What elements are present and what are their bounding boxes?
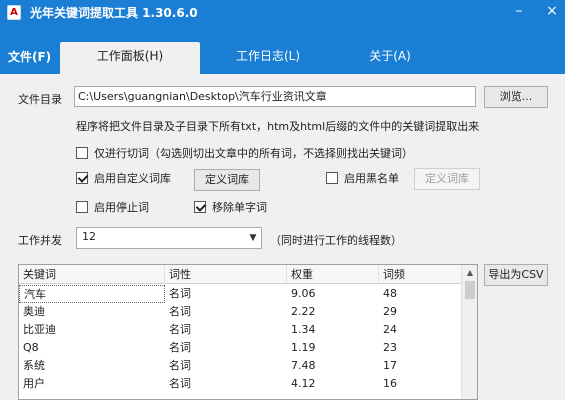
cell-frequency: 48 xyxy=(383,287,397,300)
cell-weight: 1.34 xyxy=(291,323,316,336)
cell-keyword: 汽车 xyxy=(19,285,165,303)
cell-weight: 2.22 xyxy=(291,305,316,318)
custom-dict-checkbox[interactable]: 启用自定义词库 xyxy=(76,170,171,186)
table-scrollbar[interactable]: ▲ xyxy=(461,265,477,399)
cell-pos: 名词 xyxy=(169,377,191,390)
tab-work-panel[interactable]: 工作面板(H) xyxy=(60,42,200,74)
minimize-button[interactable]: – xyxy=(510,2,528,20)
table-row[interactable]: Q8 名词 1.19 23 xyxy=(19,339,462,357)
remove-single-label: 移除单字词 xyxy=(212,201,267,214)
table-row[interactable]: 系统 名词 7.48 17 xyxy=(19,357,462,375)
column-header[interactable]: 词性 xyxy=(165,265,287,284)
cell-frequency: 17 xyxy=(383,359,397,372)
cell-frequency: 23 xyxy=(383,341,397,354)
define-blacklist-button[interactable]: 定义词库 xyxy=(414,168,480,190)
threads-value: 12 xyxy=(82,230,96,243)
tab-bar: 文件(F) 工作面板(H) 工作日志(L) 关于(A) xyxy=(0,34,565,74)
scroll-up-icon[interactable]: ▲ xyxy=(462,265,477,281)
cell-frequency: 29 xyxy=(383,305,397,318)
threads-select[interactable]: 12 ▼ xyxy=(76,227,262,249)
dir-label: 文件目录 xyxy=(18,93,62,106)
column-header[interactable]: 关键词 xyxy=(19,265,165,284)
define-dict-button[interactable]: 定义词库 xyxy=(194,169,260,191)
chevron-down-icon: ▼ xyxy=(249,233,257,243)
window-title: 光年关键词提取工具 1.30.6.0 xyxy=(30,6,198,20)
work-panel: 文件目录 C:\Users\guangnian\Desktop\汽车行业资讯文章… xyxy=(0,74,565,400)
cell-weight: 9.06 xyxy=(291,287,316,300)
cell-keyword: 比亚迪 xyxy=(23,323,56,336)
cell-weight: 7.48 xyxy=(291,359,316,372)
cell-keyword: 系统 xyxy=(23,359,45,372)
cell-keyword: 用户 xyxy=(23,377,45,390)
cell-pos: 名词 xyxy=(169,323,191,336)
checkbox-box xyxy=(76,201,88,213)
checkbox-box xyxy=(326,172,338,184)
cell-pos: 名词 xyxy=(169,287,191,300)
table-row[interactable]: 比亚迪 名词 1.34 24 xyxy=(19,321,462,339)
table-row[interactable]: 用户 名词 4.12 16 xyxy=(19,375,462,393)
export-csv-button[interactable]: 导出为CSV xyxy=(484,264,548,286)
threads-hint: （同时进行工作的线程数） xyxy=(270,234,402,247)
cell-frequency: 24 xyxy=(383,323,397,336)
threads-label: 工作并发 xyxy=(18,234,62,247)
menu-file[interactable]: 文件(F) xyxy=(8,48,51,65)
hint-text: 程序将把文件目录及子目录下所有txt，htm及html后缀的文件中的关键词提取出… xyxy=(76,120,480,133)
browse-button[interactable]: 浏览... xyxy=(484,86,548,108)
checkbox-box xyxy=(76,172,88,184)
dir-path-input[interactable]: C:\Users\guangnian\Desktop\汽车行业资讯文章 xyxy=(74,86,476,107)
tab-work-log[interactable]: 工作日志(L) xyxy=(216,42,320,74)
cell-pos: 名词 xyxy=(169,341,191,354)
cut-only-label: 仅进行切词（勾选则切出文章中的所有词，不选择则找出关键词） xyxy=(94,147,413,160)
remove-single-checkbox[interactable]: 移除单字词 xyxy=(194,199,267,215)
cell-pos: 名词 xyxy=(169,359,191,372)
cell-weight: 4.12 xyxy=(291,377,316,390)
close-button[interactable]: × xyxy=(543,2,561,20)
blacklist-checkbox[interactable]: 启用黑名单 xyxy=(326,170,399,186)
stopword-checkbox[interactable]: 启用停止词 xyxy=(76,199,149,215)
custom-dict-label: 启用自定义词库 xyxy=(94,172,171,185)
cell-frequency: 16 xyxy=(383,377,397,390)
column-header[interactable]: 词频 xyxy=(379,265,462,284)
checkbox-box xyxy=(76,147,88,159)
tab-about[interactable]: 关于(A) xyxy=(340,42,440,74)
table-row[interactable]: 奥迪 名词 2.22 29 xyxy=(19,303,462,321)
cell-weight: 1.19 xyxy=(291,341,316,354)
title-bar: A 光年关键词提取工具 1.30.6.0 – × xyxy=(0,0,565,34)
checkbox-box xyxy=(194,201,206,213)
scroll-thumb[interactable] xyxy=(465,281,475,299)
stopword-label: 启用停止词 xyxy=(94,201,149,214)
cell-keyword: 奥迪 xyxy=(23,305,45,318)
cell-pos: 名词 xyxy=(169,305,191,318)
blacklist-label: 启用黑名单 xyxy=(344,172,399,185)
cut-only-checkbox[interactable]: 仅进行切词（勾选则切出文章中的所有词，不选择则找出关键词） xyxy=(76,145,413,161)
table-header: 关键词 词性 权重 词频 xyxy=(19,265,462,284)
cell-keyword: Q8 xyxy=(23,341,39,354)
keyword-table[interactable]: 关键词 词性 权重 词频 汽车 名词 9.06 48 奥迪 名词 2.22 29… xyxy=(18,264,478,400)
column-header[interactable]: 权重 xyxy=(287,265,379,284)
app-icon: A xyxy=(7,5,21,20)
table-row[interactable]: 汽车 名词 9.06 48 xyxy=(19,285,462,303)
